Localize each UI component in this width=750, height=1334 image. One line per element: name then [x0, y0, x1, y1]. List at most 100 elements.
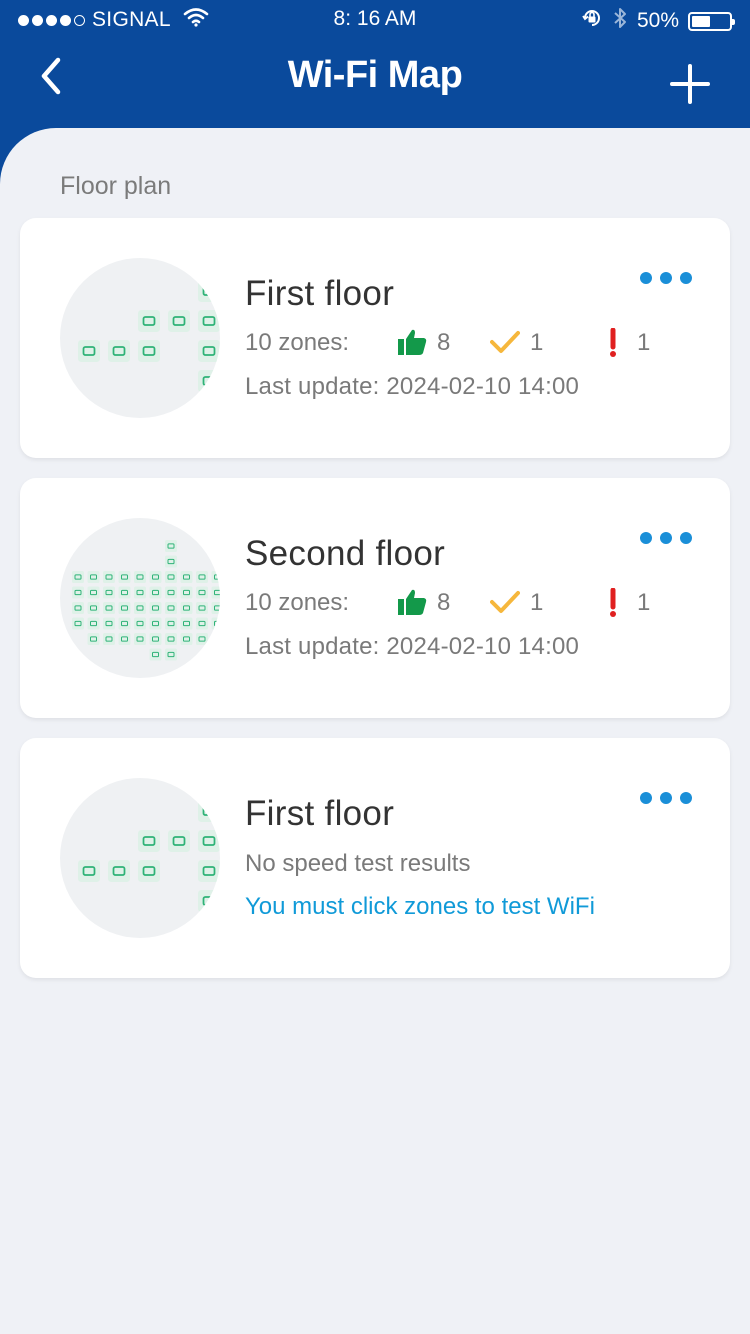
add-floor-button[interactable]: [666, 60, 714, 108]
room-tile-icon: [103, 586, 115, 599]
room-tile-icon: [149, 633, 162, 645]
room-tile-icon: [165, 648, 177, 661]
room-tile-icon: [198, 800, 220, 822]
room-tile-icon: [196, 586, 208, 599]
ok-count: 1: [530, 329, 544, 356]
nav-bar: Wi-Fi Map: [0, 38, 750, 128]
room-tile-icon: [165, 633, 177, 645]
room-tile-icon: [180, 602, 193, 614]
more-options-button[interactable]: [640, 532, 694, 548]
room-tile-icon: [198, 310, 220, 332]
floor-card[interactable]: First floor 10 zones: 8 1 1 Last update:…: [20, 218, 730, 458]
room-tile-icon: [211, 571, 220, 583]
zones-count: 10 zones:: [245, 329, 350, 356]
room-tile-icon: [118, 617, 131, 630]
last-update: Last update: 2024-02-10 14:00: [245, 373, 580, 400]
status-right-group: 50%: [581, 6, 735, 36]
floor-plan-thumbnail: [60, 778, 220, 938]
room-tile-icon: [87, 571, 100, 583]
rotation-lock-icon: [581, 7, 603, 35]
zone-stats: 10 zones: 8 1 1: [245, 327, 665, 359]
good-count: 8: [437, 329, 451, 356]
section-label: Floor plan: [60, 172, 172, 200]
room-tile-icon: [134, 602, 146, 614]
room-tile-icon: [198, 370, 220, 392]
bad-count: 1: [637, 329, 651, 356]
room-tile-icon: [108, 860, 130, 882]
room-tile-icon: [168, 830, 190, 852]
room-tile-icon: [134, 633, 146, 645]
room-tile-icon: [149, 617, 162, 630]
test-wifi-link[interactable]: You must click zones to test WiFi: [245, 893, 595, 921]
room-tile-icon: [78, 340, 100, 362]
room-tile-icon: [211, 617, 220, 630]
room-tile-icon: [149, 602, 162, 614]
no-results-text: No speed test results: [245, 850, 471, 877]
room-tile-icon: [165, 617, 177, 630]
check-icon: [490, 588, 520, 623]
room-tile-icon: [138, 830, 160, 852]
room-tile-icon: [180, 571, 193, 583]
room-tile-icon: [72, 571, 84, 583]
room-tile-icon: [138, 310, 160, 332]
bluetooth-icon: [612, 6, 628, 36]
more-options-button[interactable]: [640, 272, 694, 288]
room-tile-icon: [134, 617, 146, 630]
check-icon: [490, 328, 520, 363]
room-tile-icon: [196, 617, 208, 630]
room-tile-icon: [108, 340, 130, 362]
room-tile-icon: [87, 617, 100, 630]
room-tile-icon: [198, 890, 220, 912]
battery-icon: [688, 11, 735, 31]
floor-plan-thumbnail: [60, 258, 220, 418]
room-tile-icon: [165, 586, 177, 599]
room-tile-icon: [168, 310, 190, 332]
warning-exclamation-icon: [607, 327, 619, 365]
good-count: 8: [437, 589, 451, 616]
room-tile-icon: [165, 540, 177, 552]
room-tile-icon: [118, 633, 131, 645]
room-tile-icon: [196, 571, 208, 583]
room-tile-icon: [87, 602, 100, 614]
room-tile-icon: [198, 280, 220, 302]
room-tile-icon: [103, 602, 115, 614]
room-tile-icon: [165, 602, 177, 614]
room-tile-icon: [149, 648, 162, 661]
thumbs-up-icon: [397, 328, 427, 363]
room-tile-icon: [134, 586, 146, 599]
floor-card[interactable]: First floor No speed test results You mu…: [20, 738, 730, 978]
room-tile-icon: [165, 571, 177, 583]
room-tile-icon: [134, 571, 146, 583]
room-tile-icon: [118, 602, 131, 614]
floor-title: First floor: [245, 274, 395, 313]
room-tile-icon: [198, 340, 220, 362]
room-tile-icon: [149, 571, 162, 583]
room-tile-icon: [149, 586, 162, 599]
content-area: Floor plan First floor 10 zones: 8 1 1 L…: [0, 128, 750, 1334]
zone-stats: 10 zones: 8 1 1: [245, 587, 665, 619]
room-tile-icon: [78, 860, 100, 882]
room-tile-icon: [118, 571, 131, 583]
room-tile-icon: [196, 633, 208, 645]
thumbs-up-icon: [397, 588, 427, 623]
plus-icon: [670, 64, 710, 104]
room-tile-icon: [196, 602, 208, 614]
room-tile-icon: [103, 633, 115, 645]
floor-plan-thumbnail: [60, 518, 220, 678]
room-tile-icon: [138, 340, 160, 362]
floor-title: Second floor: [245, 534, 446, 573]
room-tile-icon: [72, 586, 84, 599]
ok-count: 1: [530, 589, 544, 616]
room-tile-icon: [211, 602, 220, 614]
room-tile-icon: [198, 830, 220, 852]
room-tile-icon: [87, 633, 100, 645]
room-tile-icon: [87, 586, 100, 599]
battery-percent: 50%: [636, 9, 679, 32]
zones-count: 10 zones:: [245, 589, 350, 616]
more-options-button[interactable]: [640, 792, 694, 808]
floor-card[interactable]: Second floor 10 zones: 8 1 1 Last update…: [20, 478, 730, 718]
room-tile-icon: [72, 602, 84, 614]
room-tile-icon: [72, 617, 84, 630]
warning-exclamation-icon: [607, 587, 619, 625]
room-tile-icon: [180, 633, 193, 645]
